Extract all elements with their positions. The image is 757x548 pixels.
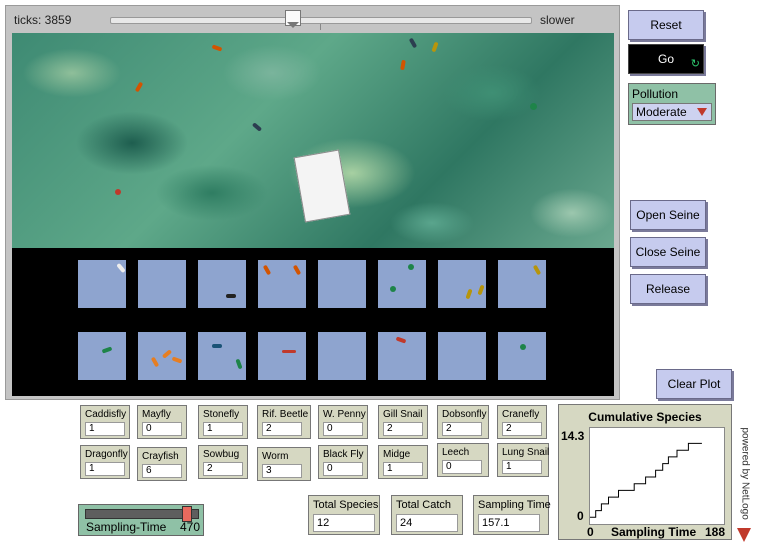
- plot-y-max-label: 14.3: [561, 429, 585, 443]
- critter: [520, 344, 526, 350]
- critter: [212, 344, 222, 348]
- sorting-tray[interactable]: [138, 260, 186, 308]
- critter: [134, 81, 144, 93]
- monitor-crayfish: Crayfish 6: [137, 447, 187, 481]
- go-button[interactable]: Go ↻: [628, 44, 704, 74]
- sampling-time-label: Sampling-Time: [86, 520, 167, 534]
- sorting-tray[interactable]: [78, 332, 126, 380]
- monitor-worm: Worm 3: [257, 447, 311, 481]
- critter: [282, 350, 296, 353]
- critter: [115, 189, 121, 195]
- sorting-tray[interactable]: [258, 332, 306, 380]
- pollution-value: Moderate: [636, 105, 687, 119]
- sampling-time-slider[interactable]: Sampling-Time 470: [78, 504, 204, 536]
- pollution-chooser[interactable]: Pollution Moderate: [628, 83, 716, 125]
- monitor-caddisfly: Caddisfly 1: [80, 405, 130, 439]
- monitor-sowbug: Sowbug 2: [198, 445, 248, 479]
- sorting-tray[interactable]: [198, 332, 246, 380]
- monitor-midge: Midge 1: [378, 445, 428, 479]
- monitor-riffle-beetle: Rif. Beetle 2: [257, 405, 311, 439]
- monitor-black-fly: Black Fly 0: [318, 445, 368, 479]
- monitor-mayfly: Mayfly 0: [137, 405, 187, 439]
- cumulative-species-plot: Cumulative Species 14.3 0 0 Sampling Tim…: [558, 404, 732, 540]
- plot-x-min-label: 0: [587, 525, 594, 539]
- close-seine-button[interactable]: Close Seine: [630, 237, 706, 267]
- sorting-tray[interactable]: [318, 332, 366, 380]
- sorting-tray[interactable]: [378, 260, 426, 308]
- monitor-leech: Leech 0: [437, 443, 489, 477]
- monitor-dragonfly: Dragonfly 1: [80, 445, 130, 479]
- release-button[interactable]: Release: [630, 274, 706, 304]
- seine-net[interactable]: [293, 149, 351, 223]
- monitor-gill-snail: Gill Snail 2: [378, 405, 428, 439]
- sorting-tray-area: [12, 248, 614, 396]
- dropdown-arrow-icon: [697, 108, 707, 116]
- open-seine-button[interactable]: Open Seine: [630, 200, 706, 230]
- pollution-label: Pollution: [632, 87, 679, 101]
- clear-plot-button[interactable]: Clear Plot: [656, 369, 732, 399]
- critter: [530, 103, 537, 110]
- monitor-total-catch: Total Catch 24: [391, 495, 463, 535]
- sorting-tray[interactable]: [438, 332, 486, 380]
- netlogo-logo-icon: [737, 528, 751, 542]
- plot-x-axis-label: Sampling Time: [611, 525, 697, 539]
- reset-button[interactable]: Reset: [628, 10, 704, 40]
- speed-slider-center-tick: [320, 24, 321, 30]
- monitor-water-penny: W. Penny 0: [318, 405, 368, 439]
- sorting-tray[interactable]: [198, 260, 246, 308]
- plot-series-line: [590, 442, 702, 518]
- sorting-tray[interactable]: [318, 260, 366, 308]
- monitor-sampling-time: Sampling Time 157.1: [473, 495, 551, 535]
- critter: [211, 44, 223, 52]
- plot-y-min-label: 0: [577, 509, 584, 523]
- speed-slider-track[interactable]: [110, 17, 532, 24]
- plot-title: Cumulative Species: [588, 410, 702, 424]
- monitor-cranefly: Cranefly 2: [497, 405, 547, 439]
- critter: [400, 59, 406, 71]
- speed-label: slower: [540, 13, 575, 27]
- critter: [226, 294, 236, 298]
- critter: [251, 122, 263, 132]
- sorting-tray[interactable]: [498, 332, 546, 380]
- tick-counter: ticks: 3859: [14, 13, 72, 27]
- powered-by-netlogo: powered by NetLogo: [739, 427, 751, 520]
- monitor-total-species: Total Species 12: [308, 495, 380, 535]
- go-button-label: Go: [657, 52, 674, 66]
- plot-x-max-label: 188: [705, 525, 726, 539]
- monitor-dobsonfly: Dobsonfly 2: [437, 405, 489, 439]
- plot-svg: [590, 442, 702, 518]
- plot-area: [589, 427, 725, 525]
- speed-slider-thumb-pointer: [287, 22, 299, 28]
- critter: [431, 41, 439, 53]
- sampling-time-value: 470: [180, 520, 201, 534]
- monitor-stonefly: Stonefly 1: [198, 405, 248, 439]
- stream-bed-view[interactable]: [12, 33, 614, 248]
- critter: [390, 286, 396, 292]
- monitor-lung-snail: Lung Snail 1: [497, 443, 549, 477]
- critter: [408, 37, 418, 49]
- sorting-tray[interactable]: [438, 260, 486, 308]
- forever-icon: ↻: [690, 58, 700, 70]
- pollution-select[interactable]: Moderate: [632, 103, 712, 121]
- critter: [408, 264, 414, 270]
- sorting-tray[interactable]: [498, 260, 546, 308]
